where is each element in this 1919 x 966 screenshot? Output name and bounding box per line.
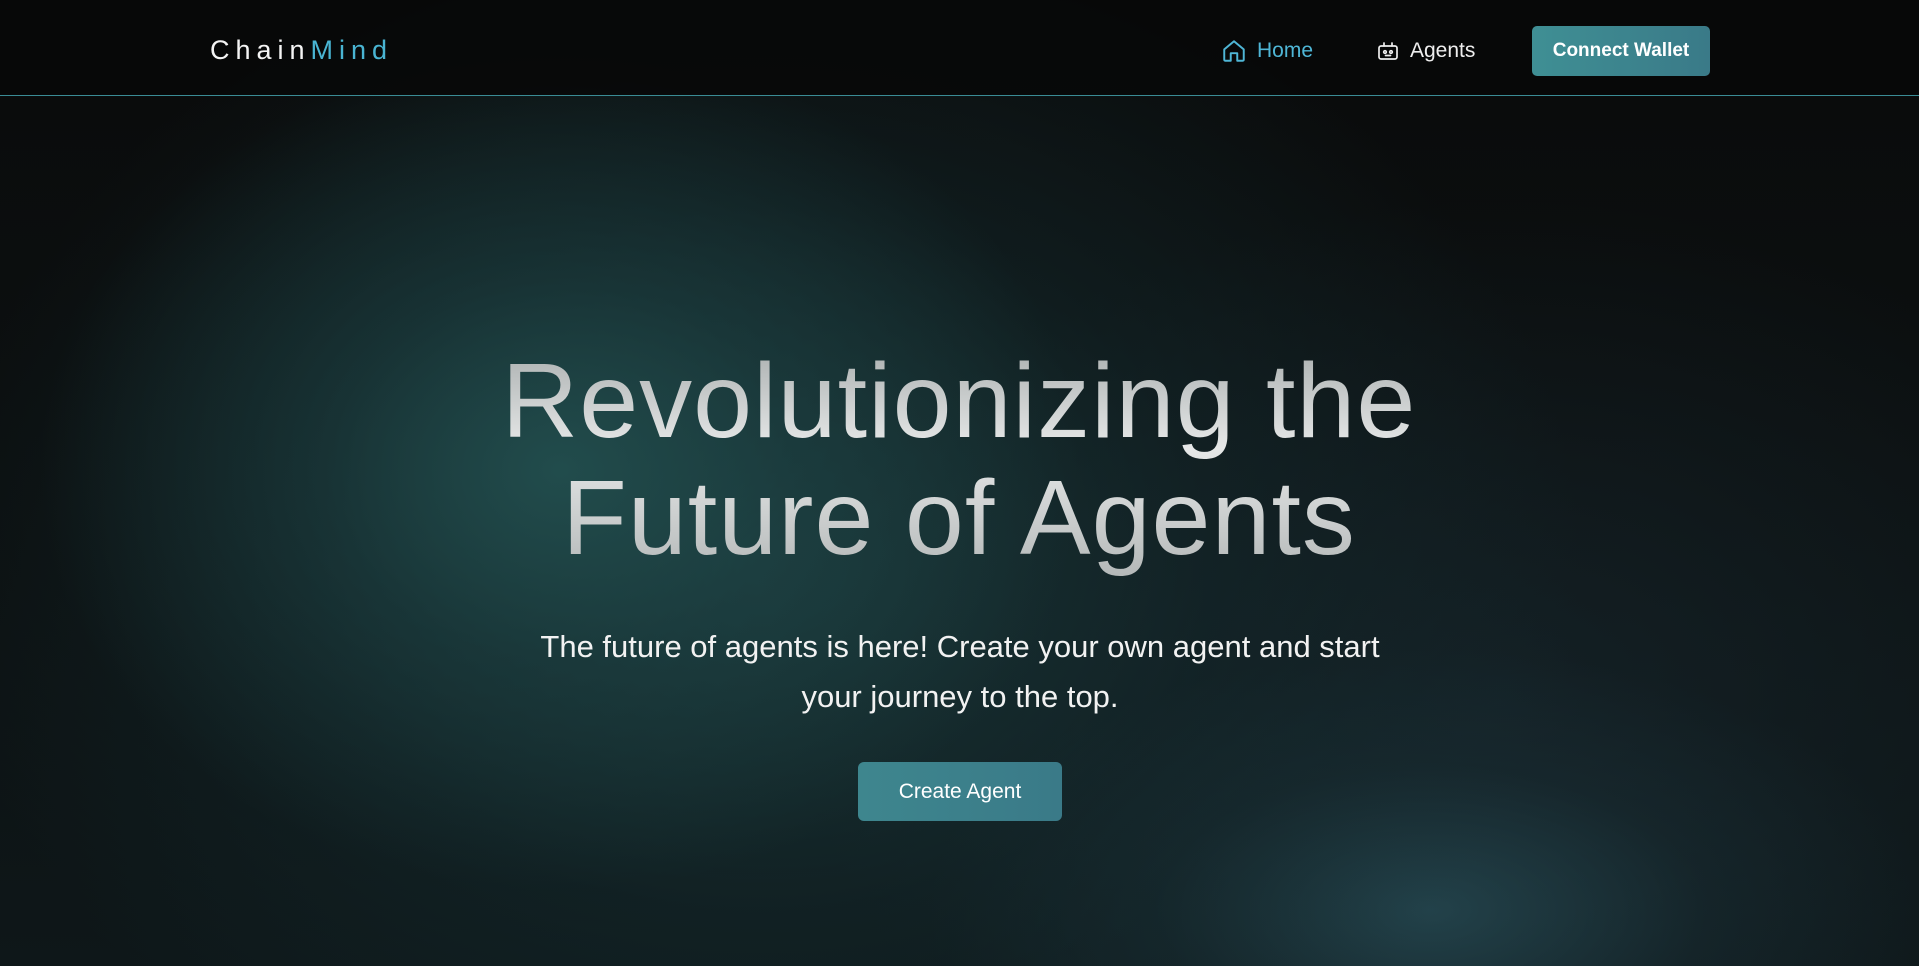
nav-link-home[interactable]: Home xyxy=(1221,36,1313,66)
hero-title: Revolutionizing the Future of Agents xyxy=(359,343,1559,577)
logo-text-chain: Chain xyxy=(210,35,311,65)
logo-text-mind: Mind xyxy=(310,35,394,65)
create-agent-button[interactable]: Create Agent xyxy=(858,762,1062,821)
hero-subtitle: The future of agents is here! Create you… xyxy=(460,622,1460,722)
connect-wallet-button[interactable]: Connect Wallet xyxy=(1532,26,1710,76)
nav-link-home-label: Home xyxy=(1257,39,1314,62)
logo[interactable]: ChainMind xyxy=(210,33,393,67)
hero-title-line2: Future of Agents xyxy=(562,459,1356,577)
hero-title-line1: Revolutionizing the xyxy=(501,342,1417,460)
hero-subtitle-line2: your journey to the top. xyxy=(801,679,1119,714)
home-icon xyxy=(1221,38,1247,64)
landing-page: ChainMind Home Agents Connect Wallet Rev… xyxy=(0,0,1919,966)
robot-icon xyxy=(1376,39,1400,63)
navbar: ChainMind Home Agents Connect Wallet xyxy=(0,0,1919,96)
nav-link-agents[interactable]: Agents xyxy=(1376,36,1475,66)
nav-link-agents-label: Agents xyxy=(1410,39,1476,62)
hero-subtitle-line1: The future of agents is here! Create you… xyxy=(540,629,1380,664)
